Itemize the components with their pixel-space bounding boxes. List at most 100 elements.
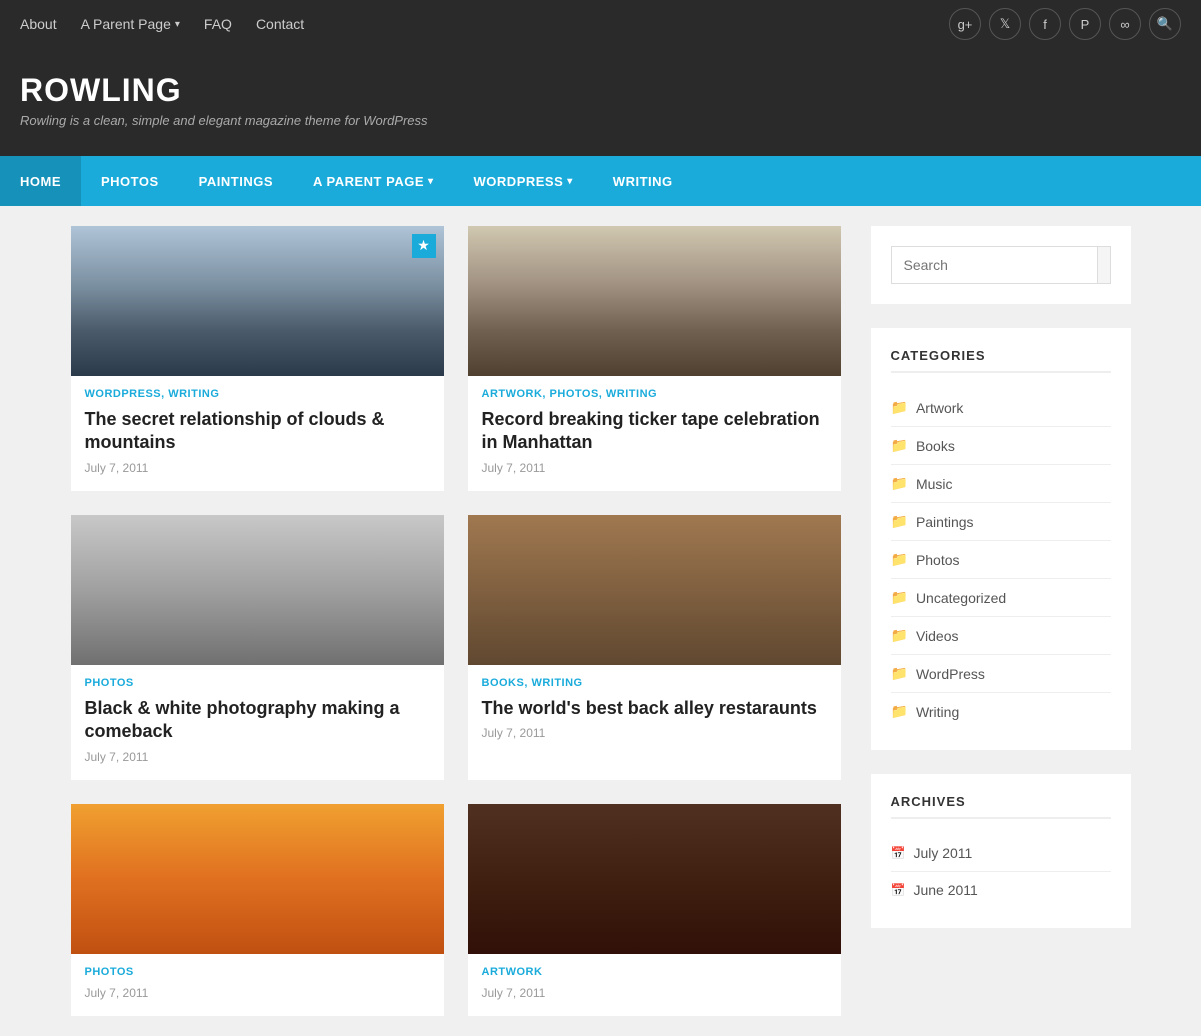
post-grid: ★ WORDPRESS, WRITING The secret relation… [71, 226, 841, 1016]
category-item[interactable]: 📁Videos [891, 617, 1111, 655]
top-navigation: About A Parent Page ▾ FAQ Contact [20, 16, 304, 32]
post-body: PHOTOS Black & white photography making … [71, 665, 444, 780]
post-thumbnail [71, 226, 444, 376]
post-card: ARTWORK July 7, 2011 [468, 804, 841, 1016]
twitter-icon[interactable]: 𝕏 [989, 8, 1021, 40]
post-categories: ARTWORK [482, 966, 827, 978]
category-item[interactable]: 📁WordPress [891, 655, 1111, 693]
post-card: ★ WORDPRESS, WRITING The secret relation… [71, 226, 444, 491]
nav-parent-page[interactable]: A Parent Page ▾ [81, 16, 180, 32]
category-item[interactable]: 📁Uncategorized [891, 579, 1111, 617]
post-card: PHOTOS Black & white photography making … [71, 515, 444, 780]
main-nav-home[interactable]: HOME [0, 156, 81, 206]
main-navigation: HOME PHOTOS PAINTINGS A PARENT PAGE ▾ WO… [0, 156, 1201, 206]
post-categories: PHOTOS [85, 966, 430, 978]
post-categories: ARTWORK, PHOTOS, WRITING [482, 388, 827, 400]
post-thumbnail [468, 804, 841, 954]
link-icon[interactable]: ∞ [1109, 8, 1141, 40]
site-header: ROWLING Rowling is a clean, simple and e… [0, 48, 1201, 156]
post-title[interactable]: Black & white photography making a comeb… [85, 697, 430, 744]
nav-contact[interactable]: Contact [256, 16, 304, 32]
post-date: July 7, 2011 [482, 986, 827, 1000]
category-item[interactable]: 📁Music [891, 465, 1111, 503]
category-item[interactable]: 📁Artwork [891, 389, 1111, 427]
main-nav-writing[interactable]: WRITING [593, 156, 693, 206]
nav-faq[interactable]: FAQ [204, 16, 232, 32]
post-body: BOOKS, WRITING The world's best back all… [468, 665, 841, 756]
archives-title: ARCHIVES [891, 794, 1111, 819]
nav-about[interactable]: About [20, 16, 57, 32]
page-wrap: ★ WORDPRESS, WRITING The secret relation… [51, 206, 1151, 1036]
categories-list: 📁Artwork 📁Books 📁Music 📁Paintings 📁Photo… [891, 389, 1111, 730]
folder-icon: 📁 [891, 589, 908, 606]
post-date: July 7, 2011 [85, 461, 430, 475]
category-item[interactable]: 📁Photos [891, 541, 1111, 579]
post-date: July 7, 2011 [482, 461, 827, 475]
post-card: ARTWORK, PHOTOS, WRITING Record breaking… [468, 226, 841, 491]
folder-icon: 📁 [891, 665, 908, 682]
categories-widget: CATEGORIES 📁Artwork 📁Books 📁Music 📁Paint… [871, 328, 1131, 750]
search-box: 🔍 [891, 246, 1111, 284]
calendar-icon: 📅 [891, 883, 906, 897]
post-thumbnail-wrap [71, 804, 444, 954]
search-input[interactable] [892, 247, 1097, 283]
pinterest-icon[interactable]: P [1069, 8, 1101, 40]
archive-item[interactable]: 📅July 2011 [891, 835, 1111, 872]
post-thumbnail-wrap [468, 804, 841, 954]
post-date: July 7, 2011 [85, 986, 430, 1000]
facebook-icon[interactable]: f [1029, 8, 1061, 40]
post-date: July 7, 2011 [482, 726, 827, 740]
chevron-down-icon: ▾ [428, 176, 434, 187]
top-bar: About A Parent Page ▾ FAQ Contact g+ 𝕏 f… [0, 0, 1201, 48]
chevron-down-icon: ▾ [175, 19, 180, 30]
main-nav-paintings[interactable]: PAINTINGS [179, 156, 293, 206]
folder-icon: 📁 [891, 437, 908, 454]
post-thumbnail [468, 515, 841, 665]
post-body: PHOTOS July 7, 2011 [71, 954, 444, 1016]
post-title[interactable]: The world's best back alley restaraunts [482, 697, 827, 720]
main-nav-photos[interactable]: PHOTOS [81, 156, 179, 206]
site-title: ROWLING [20, 72, 1181, 109]
archive-item[interactable]: 📅June 2011 [891, 872, 1111, 908]
post-title[interactable]: The secret relationship of clouds & moun… [85, 408, 430, 455]
folder-icon: 📁 [891, 475, 908, 492]
search-widget: 🔍 [871, 226, 1131, 304]
search-button[interactable]: 🔍 [1097, 247, 1111, 283]
post-thumbnail [71, 804, 444, 954]
calendar-icon: 📅 [891, 846, 906, 860]
chevron-down-icon: ▾ [567, 176, 573, 187]
post-thumbnail-wrap [468, 515, 841, 665]
bookmark-icon: ★ [412, 234, 436, 258]
site-tagline: Rowling is a clean, simple and elegant m… [20, 113, 1181, 128]
post-card: PHOTOS July 7, 2011 [71, 804, 444, 1016]
post-body: ARTWORK, PHOTOS, WRITING Record breaking… [468, 376, 841, 491]
folder-icon: 📁 [891, 399, 908, 416]
post-title[interactable]: Record breaking ticker tape celebration … [482, 408, 827, 455]
google-plus-icon[interactable]: g+ [949, 8, 981, 40]
post-thumbnail-wrap: ★ [71, 226, 444, 376]
post-body: WORDPRESS, WRITING The secret relationsh… [71, 376, 444, 491]
post-thumbnail-wrap [71, 515, 444, 665]
category-item[interactable]: 📁Paintings [891, 503, 1111, 541]
archives-list: 📅July 2011 📅June 2011 [891, 835, 1111, 908]
folder-icon: 📁 [891, 703, 908, 720]
category-item[interactable]: 📁Books [891, 427, 1111, 465]
categories-title: CATEGORIES [891, 348, 1111, 373]
post-categories: PHOTOS [85, 677, 430, 689]
main-nav-parent-page[interactable]: A PARENT PAGE ▾ [293, 156, 454, 206]
folder-icon: 📁 [891, 551, 908, 568]
main-nav-wordpress[interactable]: WORDPRESS ▾ [454, 156, 593, 206]
post-thumbnail [468, 226, 841, 376]
post-body: ARTWORK July 7, 2011 [468, 954, 841, 1016]
post-categories: BOOKS, WRITING [482, 677, 827, 689]
sidebar: 🔍 CATEGORIES 📁Artwork 📁Books 📁Music 📁Pai… [871, 226, 1131, 1016]
post-thumbnail-wrap [468, 226, 841, 376]
post-categories: WORDPRESS, WRITING [85, 388, 430, 400]
post-thumbnail [71, 515, 444, 665]
archives-widget: ARCHIVES 📅July 2011 📅June 2011 [871, 774, 1131, 928]
social-icons-bar: g+ 𝕏 f P ∞ 🔍 [949, 8, 1181, 40]
search-toggle-icon[interactable]: 🔍 [1149, 8, 1181, 40]
post-date: July 7, 2011 [85, 750, 430, 764]
category-item[interactable]: 📁Writing [891, 693, 1111, 730]
folder-icon: 📁 [891, 513, 908, 530]
